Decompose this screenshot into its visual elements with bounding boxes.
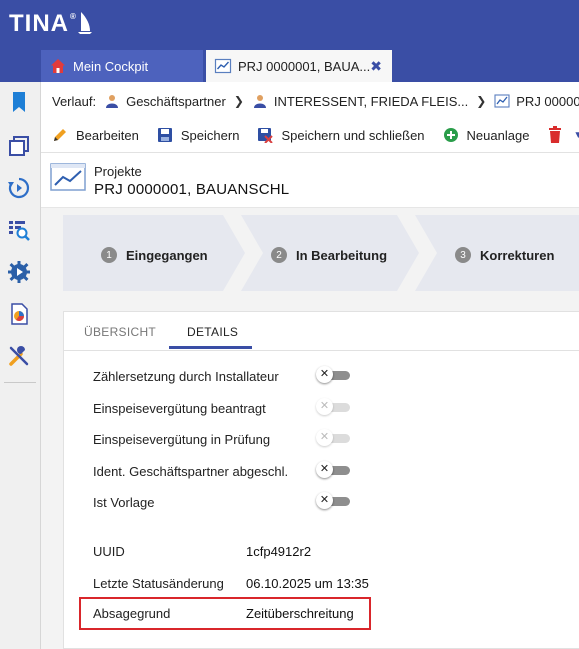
toggle-label-ident-gp: Ident. Geschäftspartner abgeschl. [93,464,289,479]
close-icon[interactable]: ✖ [370,58,382,75]
save-icon [157,128,172,142]
save-label: Speichern [180,127,240,143]
toggle-knob: ✕ [316,366,333,383]
search-list-icon[interactable] [7,218,31,242]
tab-project[interactable]: PRJ 0000001, BAUA... ✖ [206,50,392,82]
save-close-label: Speichern und schließen [281,127,425,143]
step-label: Eingegangen [126,247,208,263]
sail-icon [77,12,92,34]
toggle-label-einspeise-beantragt: Einspeisevergütung beantragt [93,401,266,416]
save-close-button[interactable]: Speichern und schließen [257,127,425,143]
edit-button[interactable]: Bearbeiten [52,127,139,143]
step-number: 2 [271,247,287,263]
status-change-value: 06.10.2025 um 13:35 [246,576,369,591]
toolbar-divider [41,152,579,153]
toggle-einspeise-pruefung: ✕ [316,429,350,447]
step-korrekturen[interactable]: 3 Korrekturen [455,247,554,263]
toggle-knob: ✕ [316,429,333,446]
page-title: PRJ 0000001, BAUANSCHL [94,181,290,198]
breadcrumb-item-project[interactable]: PRJ 0000001, BAU [494,93,579,109]
report-icon[interactable] [7,302,31,326]
dropdown-arrow-icon[interactable]: ▼ [573,130,579,141]
trash-icon [549,126,562,143]
toggle-knob: ✕ [316,398,333,415]
step-number: 3 [455,247,471,263]
tab-label: PRJ 0000001, BAUA... [238,58,371,74]
tab-label: Mein Cockpit [73,58,149,74]
breadcrumb-item-label: INTERESSENT, FRIEDA FLEIS... [273,93,469,109]
step-eingegangen[interactable]: 1 Eingegangen [101,247,208,263]
toggle-ident-gp[interactable]: ✕ [316,461,350,479]
bookmark-icon[interactable] [7,90,31,114]
chevron-right-icon: ❯ [233,94,244,108]
project-icon [214,58,232,74]
gear-play-icon[interactable] [7,260,31,284]
status-stepper: 1 Eingegangen 2 In Bearbeitung 3 Korrekt… [63,215,579,291]
step-in-bearbeitung[interactable]: 2 In Bearbeitung [271,247,387,263]
logo-text: TINA [9,10,69,37]
breadcrumb-item-geschaeftspartner[interactable]: Geschäftspartner [104,93,226,109]
tools-icon[interactable] [7,344,31,368]
breadcrumb-label: Verlauf: [52,93,97,109]
person-icon [253,95,266,108]
plus-circle-icon [443,128,458,142]
toggle-knob: ✕ [316,461,333,478]
app-logo[interactable]: TINA ® [9,10,92,38]
highlight-box [79,597,371,630]
status-change-label: Letzte Statusänderung [93,576,224,591]
toggle-einspeise-beantragt: ✕ [316,398,350,416]
chevron-right-icon: ❯ [476,94,487,108]
page-category: Projekte [94,164,142,179]
breadcrumb: Verlauf: Geschäftspartner ❯ INTERESSENT,… [41,88,579,114]
toggle-knob: ✕ [316,492,333,509]
new-label: Neuanlage [466,127,530,143]
toolbar: Bearbeiten Speichern Speichern und schli… [41,122,579,148]
project-icon [494,94,510,108]
history-icon[interactable] [7,176,31,200]
project-header-icon [50,163,86,191]
pencil-icon [54,129,66,141]
windows-icon[interactable] [7,134,31,158]
toggle-zaehlersetzung[interactable]: ✕ [316,366,350,384]
logo-registered: ® [70,12,77,21]
step-label: Korrekturen [480,247,555,263]
breadcrumb-item-label: Geschäftspartner [126,93,226,109]
uuid-value: 1cfp4912r2 [246,544,312,559]
tab-details[interactable]: DETAILS [187,325,238,339]
left-rail [0,82,41,649]
edit-label: Bearbeiten [76,127,139,143]
delete-button[interactable] [547,126,571,144]
rail-divider [4,382,36,383]
save-button[interactable]: Speichern [157,127,240,143]
step-label: In Bearbeitung [296,247,388,263]
breadcrumb-item-label: PRJ 0000001, BAU [516,93,579,109]
tab-mein-cockpit[interactable]: Mein Cockpit [41,50,203,82]
save-close-icon [258,128,274,143]
app-header: TINA ® Mein Cockpit PRJ 0000001, BAUA...… [0,0,579,82]
person-icon [106,95,119,108]
breadcrumb-item-interessent[interactable]: INTERESSENT, FRIEDA FLEIS... [252,93,468,109]
home-icon [51,59,65,73]
step-number: 1 [101,247,117,263]
toggle-label-ist-vorlage: Ist Vorlage [93,495,155,510]
details-card: ÜBERSICHT DETAILS Zählersetzung durch In… [63,311,579,649]
new-button[interactable]: Neuanlage [443,127,530,143]
toggle-label-zaehlersetzung: Zählersetzung durch Installateur [93,369,279,384]
detail-tabs: ÜBERSICHT DETAILS [64,312,579,351]
tab-uebersicht[interactable]: ÜBERSICHT [84,325,156,339]
toggle-ist-vorlage[interactable]: ✕ [316,492,350,510]
active-tab-indicator [169,346,252,349]
toggle-label-einspeise-pruefung: Einspeisevergütung in Prüfung [93,432,271,447]
uuid-label: UUID [93,544,125,559]
